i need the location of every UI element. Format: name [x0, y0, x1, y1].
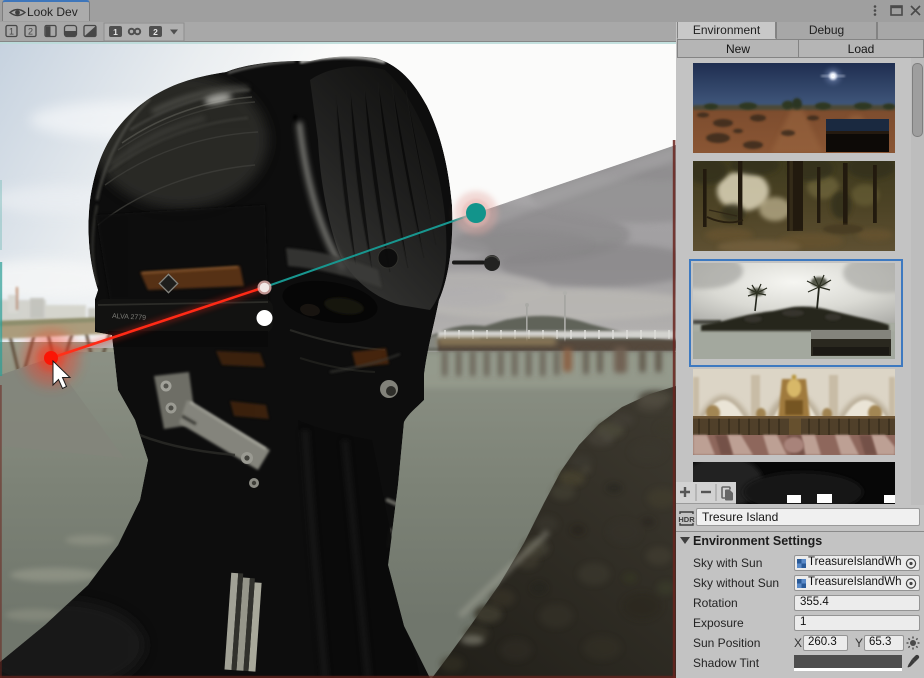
svg-text:1: 1: [9, 27, 14, 37]
svg-text:2: 2: [153, 27, 158, 37]
svg-text:1: 1: [113, 27, 118, 37]
svg-text:2: 2: [28, 27, 33, 37]
svg-text:HDR: HDR: [678, 515, 695, 524]
